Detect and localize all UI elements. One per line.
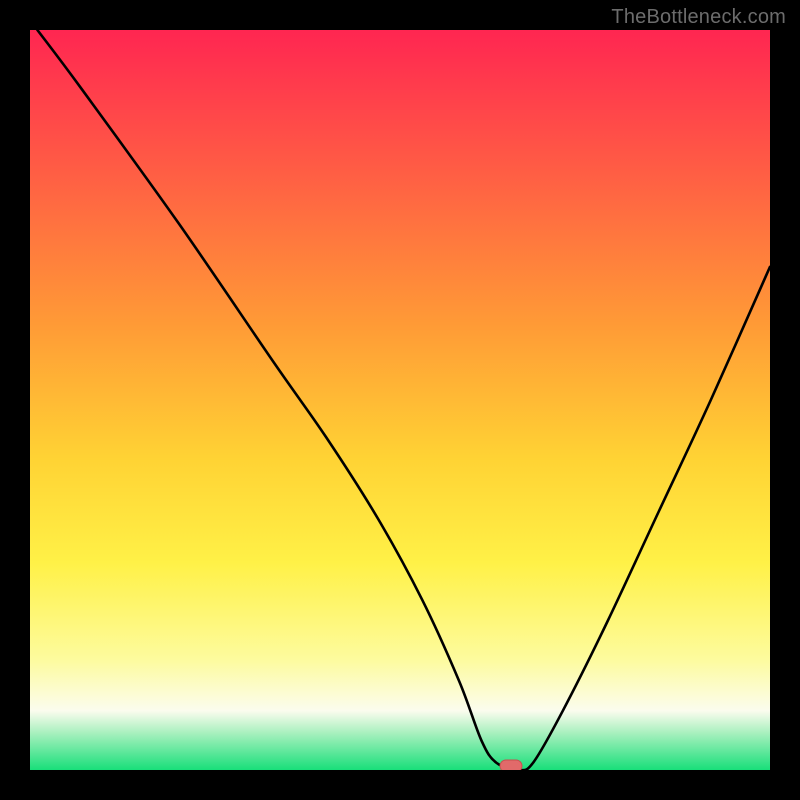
watermark-text: TheBottleneck.com [611, 6, 786, 29]
bottleneck-chart [30, 30, 770, 770]
gradient-background [30, 30, 770, 770]
minimum-marker [500, 760, 522, 770]
chart-frame: TheBottleneck.com [0, 0, 800, 800]
